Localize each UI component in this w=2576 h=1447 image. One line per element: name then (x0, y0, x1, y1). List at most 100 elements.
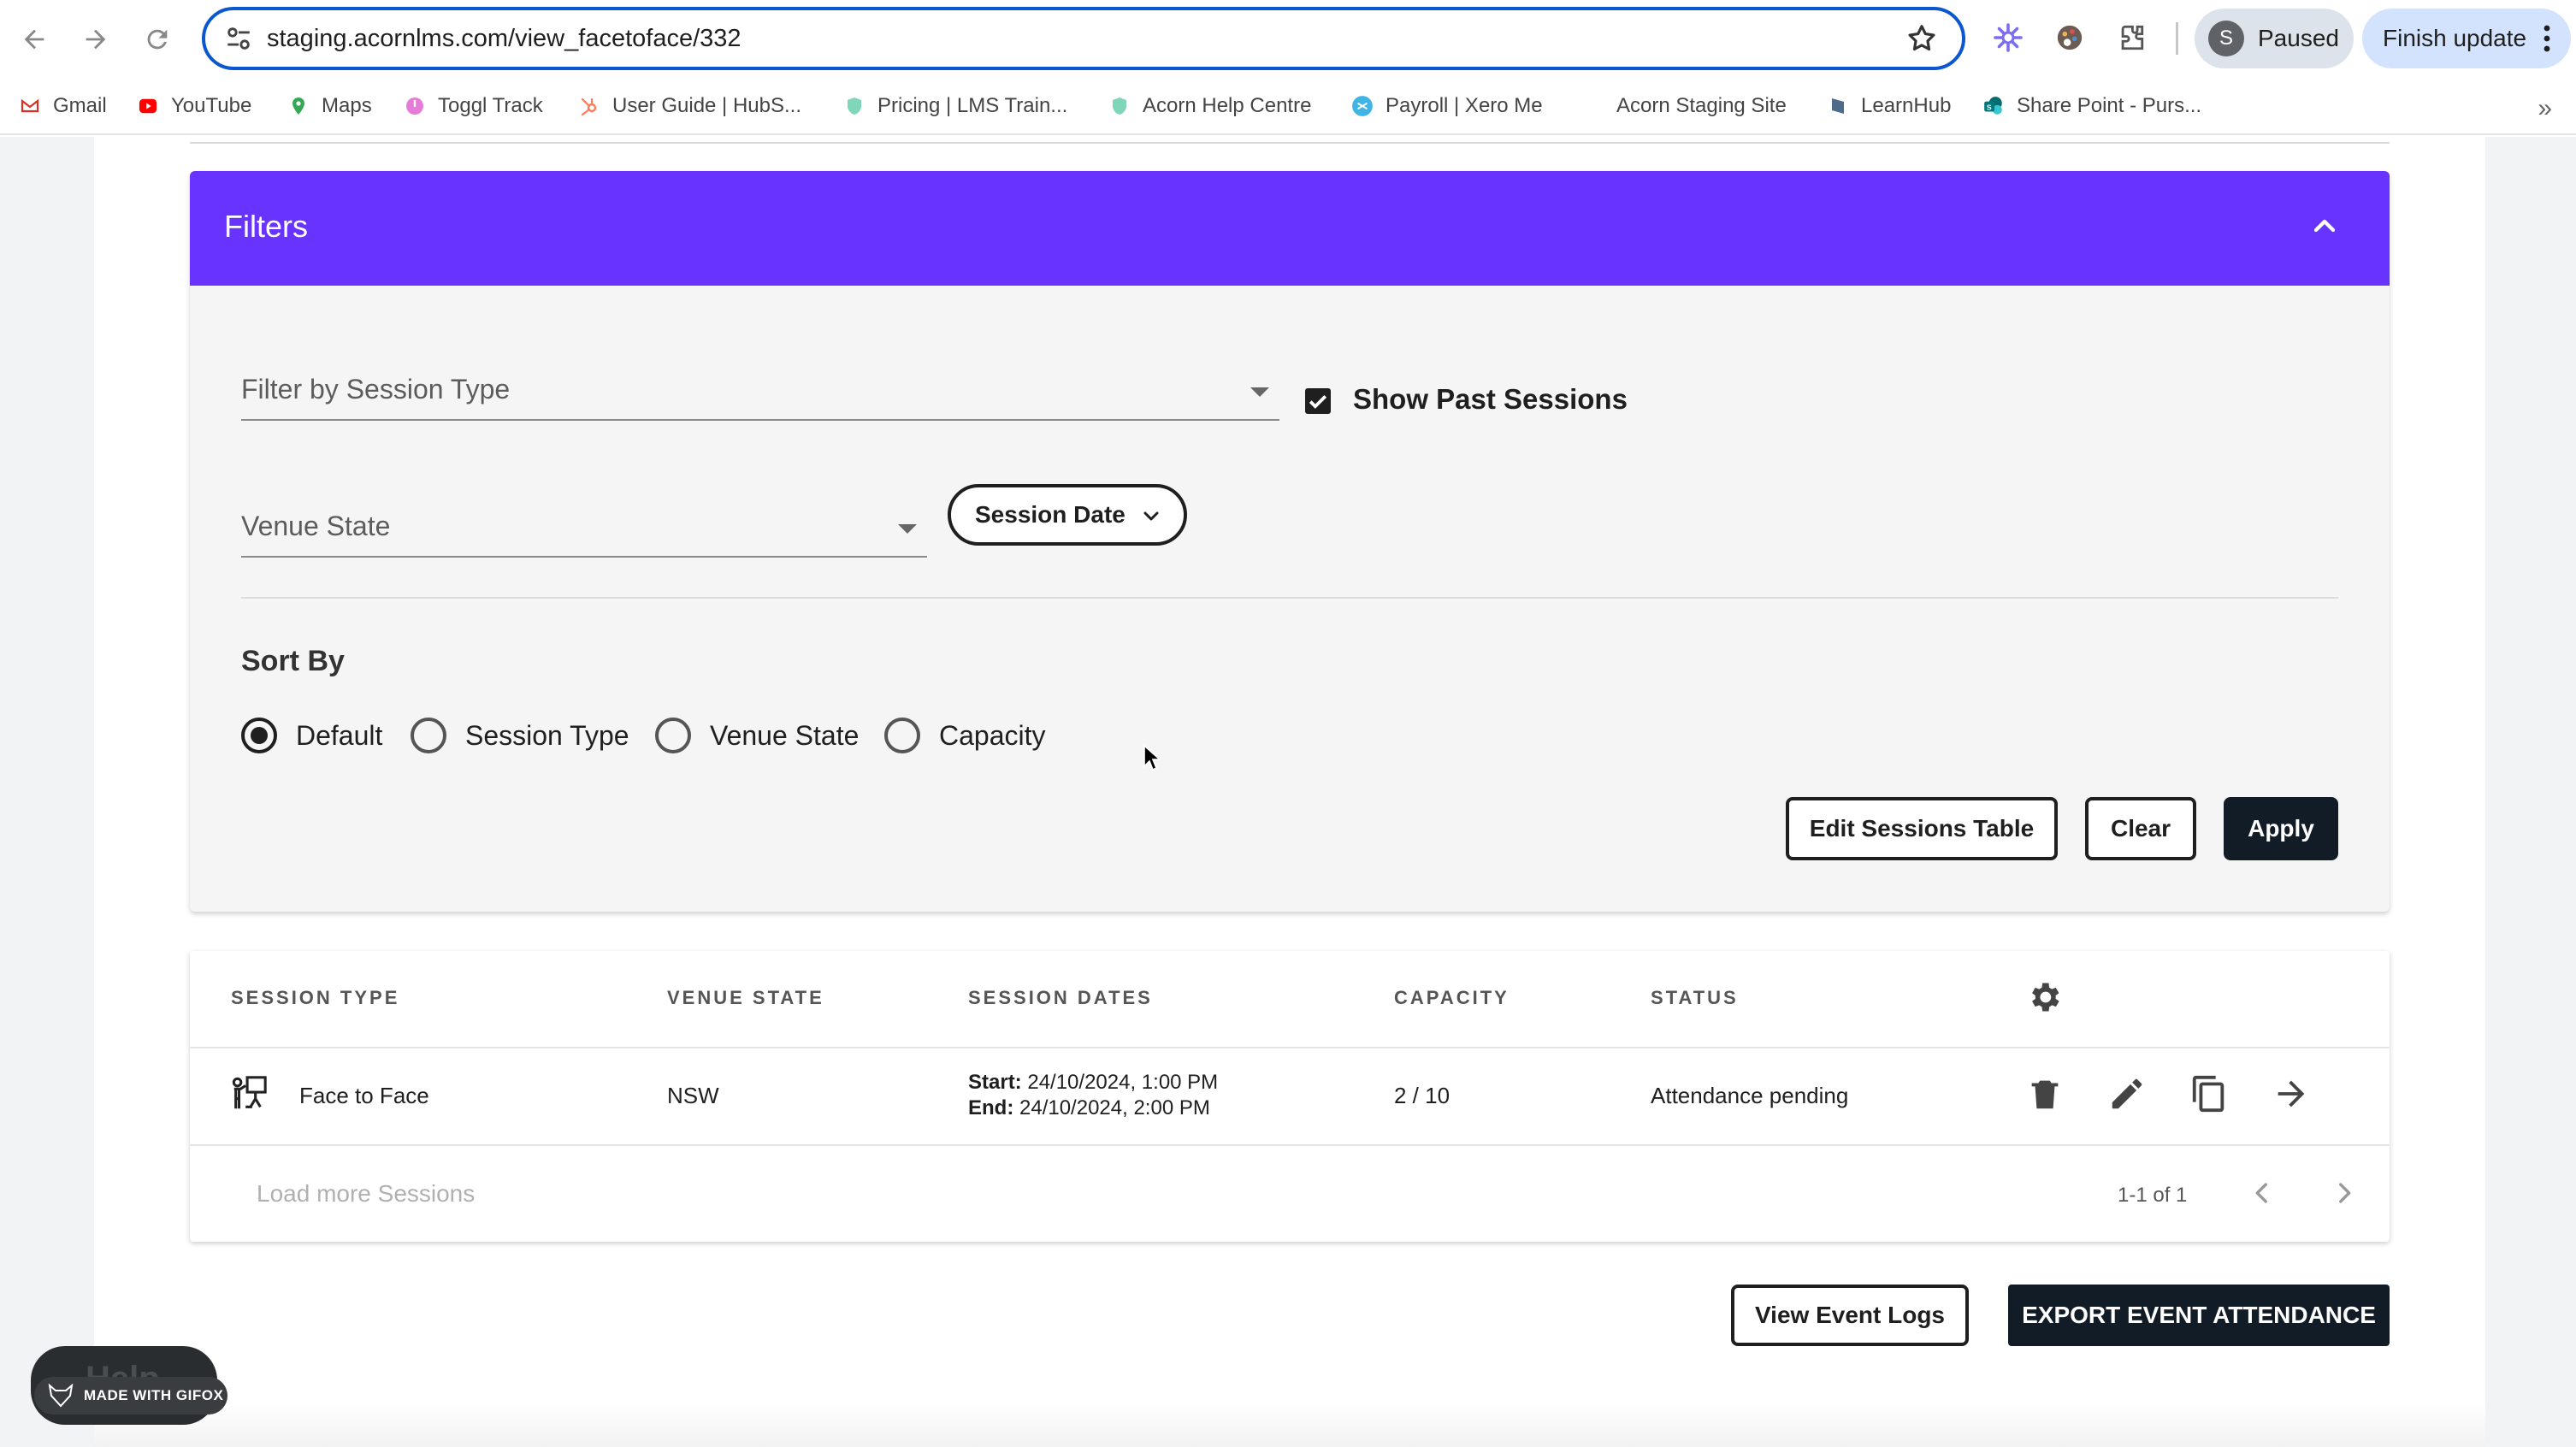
venue-state-select[interactable]: Venue State (241, 501, 927, 558)
status-cell: Attendance pending (1651, 1083, 1849, 1108)
column-header-session-type: SESSION TYPE (231, 987, 400, 1008)
bookmark-pricing[interactable]: Pricing | LMS Train... (843, 87, 1067, 125)
copy-icon[interactable] (2189, 1074, 2229, 1113)
show-past-label[interactable]: Show Past Sessions (1353, 383, 1628, 416)
arrow-forward-icon[interactable] (2272, 1074, 2311, 1113)
extension-palette-icon[interactable] (2053, 21, 2087, 55)
gmail-icon (19, 95, 41, 117)
column-header-status: STATUS (1651, 987, 1739, 1008)
session-date-label: Session Date (975, 501, 1126, 528)
session-start-cell: Start: 24/10/2024, 1:00 PM (968, 1071, 1219, 1094)
arrow-right-icon (86, 29, 106, 50)
row-divider (190, 1144, 2390, 1146)
filters-divider (241, 597, 2338, 599)
bookmark-payroll[interactable]: Payroll | Xero Me (1351, 87, 1543, 125)
avatar: S (2208, 21, 2244, 56)
bookmark-learnhub[interactable]: LearnHub (1827, 87, 1951, 125)
sort-radio-session-type[interactable]: Session Type (411, 717, 629, 754)
bookmark-sharepoint[interactable]: S Share Point - Purs... (1982, 87, 2201, 125)
caret-down-icon (898, 524, 917, 534)
bookmark-gmail[interactable]: Gmail (19, 87, 107, 125)
toggl-icon (404, 95, 426, 117)
section-divider (190, 142, 2390, 144)
edit-pencil-icon[interactable] (2107, 1074, 2147, 1113)
gear-icon[interactable] (2025, 978, 2063, 1016)
chevron-right-icon[interactable] (2330, 1178, 2359, 1208)
delete-icon[interactable] (2025, 1074, 2065, 1113)
load-more-sessions-button[interactable]: Load more Sessions (257, 1180, 475, 1208)
bookmark-youtube[interactable]: YouTube (137, 87, 251, 125)
venue-state-cell: NSW (667, 1083, 719, 1108)
arrow-left-icon (24, 29, 44, 50)
sharepoint-icon: S (1982, 95, 2005, 117)
toolbar-separator (2176, 22, 2178, 55)
venue-state-placeholder: Venue State (241, 511, 391, 541)
bookmark-hubspot[interactable]: User Guide | HubS... (578, 87, 801, 125)
browser-toolbar: staging.acornlms.com/view_facetoface/332… (0, 0, 2576, 79)
caret-down-icon (1250, 387, 1269, 397)
sort-radio-capacity[interactable]: Capacity (884, 717, 1046, 754)
bookmark-star-icon[interactable] (1905, 22, 1938, 55)
radio-unchecked-icon (884, 718, 920, 753)
clear-button[interactable]: Clear (2085, 797, 2196, 860)
session-type-placeholder: Filter by Session Type (241, 374, 511, 405)
back-button[interactable] (12, 17, 56, 62)
bookmarks-bar: Gmail YouTube Maps Toggl Track User Guid… (0, 79, 2576, 135)
site-settings-icon[interactable] (224, 24, 253, 53)
bookmarks-overflow-icon[interactable]: » (2538, 94, 2552, 123)
filters-header[interactable]: Filters (190, 171, 2390, 286)
filters-title: Filters (224, 209, 308, 244)
show-past-checkbox[interactable] (1305, 388, 1331, 414)
check-icon (1309, 395, 1327, 409)
gifox-badge: MADE WITH GIFOX (34, 1377, 227, 1415)
update-label: Finish update (2383, 25, 2527, 51)
pagination-range: 1-1 of 1 (2118, 1184, 2188, 1207)
session-type-cell: Face to Face (299, 1083, 429, 1108)
session-date-dropdown[interactable]: Session Date (948, 484, 1187, 546)
radio-unchecked-icon (655, 718, 691, 753)
export-event-attendance-button[interactable]: EXPORT EVENT ATTENDANCE (2008, 1285, 2390, 1346)
bookmark-maps[interactable]: Maps (287, 87, 372, 125)
session-type-select[interactable]: Filter by Session Type (241, 364, 1279, 421)
mouse-cursor-icon (1143, 744, 1161, 771)
sort-radio-default[interactable]: Default (241, 717, 382, 754)
profile-button[interactable]: S Paused (2195, 9, 2354, 68)
chevron-left-icon[interactable] (2248, 1178, 2277, 1208)
shield-icon (1108, 95, 1131, 117)
extension-sparkle-icon[interactable] (1991, 21, 2025, 55)
column-header-capacity: CAPACITY (1394, 987, 1510, 1008)
page-gutter-right (2485, 137, 2576, 1447)
chevron-up-icon[interactable] (2307, 209, 2342, 243)
reload-icon (147, 29, 168, 50)
presentation-icon (232, 1076, 267, 1109)
xero-icon (1351, 95, 1374, 117)
view-event-logs-button[interactable]: View Event Logs (1731, 1285, 1969, 1346)
capacity-cell: 2 / 10 (1394, 1083, 1450, 1108)
fox-icon (48, 1384, 74, 1408)
sort-radio-venue-state[interactable]: Venue State (655, 717, 859, 754)
reload-button[interactable] (135, 17, 180, 62)
edit-sessions-table-button[interactable]: Edit Sessions Table (1786, 797, 2058, 860)
bookmark-acorn-help[interactable]: Acorn Help Centre (1108, 87, 1311, 125)
bookmark-acorn-staging[interactable]: Acorn Staging Site (1616, 87, 1787, 125)
shield-icon (843, 95, 866, 117)
learnhub-icon (1827, 95, 1849, 117)
profile-status: Paused (2258, 25, 2339, 51)
svg-text:S: S (1987, 103, 1992, 111)
extensions-puzzle-icon[interactable] (2114, 21, 2148, 55)
apply-button[interactable]: Apply (2224, 797, 2338, 860)
url-text[interactable]: staging.acornlms.com/view_facetoface/332 (267, 22, 741, 55)
radio-checked-icon (241, 718, 277, 753)
address-bar[interactable]: staging.acornlms.com/view_facetoface/332 (202, 7, 1965, 70)
forward-button[interactable] (74, 17, 118, 62)
more-vert-icon[interactable] (2544, 24, 2550, 53)
session-end-cell: End: 24/10/2024, 2:00 PM (968, 1096, 1210, 1119)
chevron-down-icon (1143, 511, 1159, 521)
column-header-venue-state: VENUE STATE (667, 987, 824, 1008)
filters-panel: Filters Filter by Session Type Show Past… (190, 171, 2390, 912)
maps-icon (287, 95, 310, 117)
bookmark-toggl[interactable]: Toggl Track (404, 87, 543, 125)
finish-update-button[interactable]: Finish update (2362, 9, 2571, 68)
sort-by-title: Sort By (241, 645, 345, 677)
page-bottom-shadow (94, 1403, 2485, 1447)
